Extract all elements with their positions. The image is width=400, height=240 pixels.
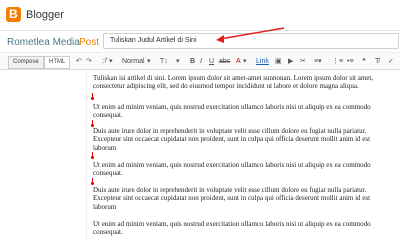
font-select[interactable]: Normal (122, 56, 145, 67)
quote-icon[interactable]: ❝ (362, 56, 366, 67)
numbered-list-icon[interactable]: ⋮≡ (332, 56, 343, 67)
align-icon[interactable]: ≡▾ (314, 56, 322, 67)
font-dropdown-icon[interactable]: ▾ (147, 56, 151, 67)
paragraph-marker-icon (91, 182, 94, 185)
redo-icon[interactable]: ↷ (86, 56, 92, 67)
text-color-button[interactable]: A (236, 56, 241, 67)
paragraph-marker-icon (91, 156, 94, 159)
format-icon[interactable]: ℱ (102, 56, 108, 67)
bulleted-list-icon[interactable]: •≡ (347, 56, 354, 67)
image-icon[interactable]: ▣ (275, 56, 282, 67)
paragraph-marker-icon (91, 97, 94, 100)
text-size-icon[interactable]: T↕ (160, 56, 168, 67)
post-title-input[interactable]: Tuliskan Judul Artikel di Sini (103, 33, 399, 49)
editor-paragraph: Ut enim ad minim veniam, quis nostrud ex… (93, 103, 371, 120)
undo-icon[interactable]: ↶ (76, 56, 82, 67)
editor-left-gutter (0, 70, 86, 240)
breadcrumb-section: Post (79, 37, 100, 48)
editor-paragraph: Ut enim ad minim veniam, quis nostrud ex… (93, 161, 371, 178)
app-header: B Blogger (0, 0, 400, 31)
jump-break-icon[interactable]: ✂ (300, 56, 306, 67)
spellcheck-icon[interactable]: ✓ (388, 56, 394, 67)
post-title-value: Tuliskan Judul Artikel di Sini (110, 37, 197, 44)
strikethrough-button[interactable]: abc (219, 56, 230, 67)
breadcrumb-blog-name[interactable]: Rometlea Media (7, 37, 80, 48)
bold-button[interactable]: B (190, 56, 195, 67)
blogger-logo-icon[interactable]: B (6, 7, 21, 22)
app-name: Blogger (26, 9, 64, 21)
editor-paragraph: Ut enim ad minim veniam, quis nostrud ex… (93, 220, 371, 237)
link-button[interactable]: Link (256, 56, 269, 67)
italic-button[interactable]: I (200, 56, 202, 67)
text-color-dropdown-icon[interactable]: ▾ (243, 56, 247, 67)
clear-formatting-icon[interactable]: T̸ (375, 56, 379, 67)
video-icon[interactable]: ▶ (288, 56, 293, 67)
editor-paragraph: Duis aute irure dolor in reprehenderit i… (93, 127, 371, 152)
underline-button[interactable]: U (209, 56, 214, 67)
post-body-editor[interactable]: Tuliskan isi artikel di sini. Lorem ipsu… (86, 70, 400, 240)
html-tab[interactable]: HTML (44, 56, 71, 69)
editor-paragraph: Duis aute irure dolor in reprehenderit i… (93, 186, 371, 211)
editor-toolbar: Compose HTML ↶ ↷ ℱ ▾ Normal ▾ T↕ ▾ B I U… (0, 52, 400, 70)
format-dropdown-icon[interactable]: ▾ (109, 56, 113, 67)
compose-tab[interactable]: Compose (8, 56, 44, 69)
editor-paragraph: Tuliskan isi artikel di sini. Lorem ipsu… (93, 74, 374, 91)
breadcrumb: Rometlea Media · (7, 37, 90, 48)
text-size-dropdown-icon[interactable]: ▾ (176, 56, 180, 67)
blogger-logo-glyph: B (9, 7, 18, 21)
